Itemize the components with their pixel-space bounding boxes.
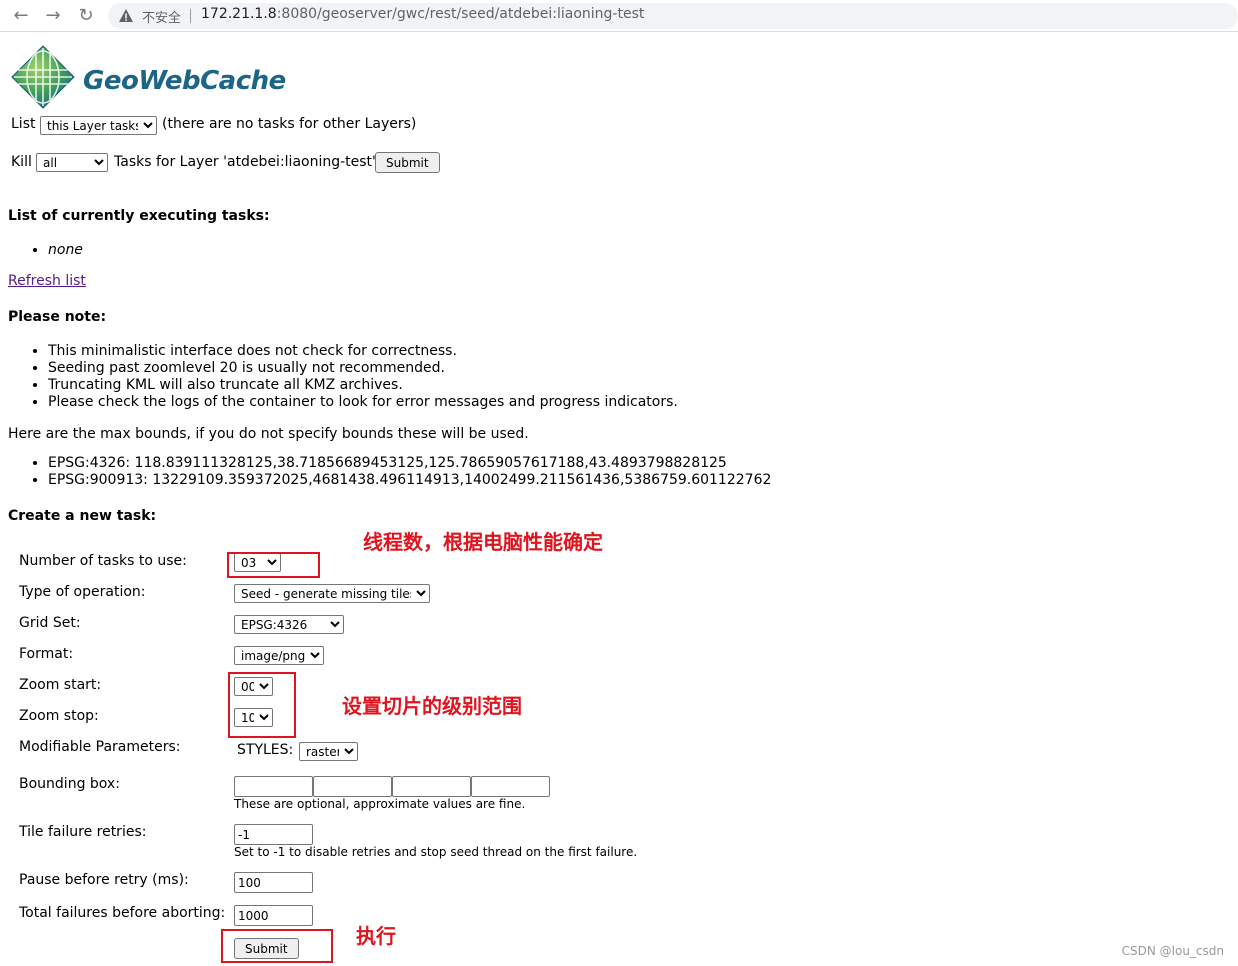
- retries-input[interactable]: [234, 824, 313, 845]
- executing-heading: List of currently executing tasks:: [8, 208, 270, 224]
- total-failures-input[interactable]: [234, 905, 313, 926]
- kill-submit-button[interactable]: Submit: [375, 152, 440, 173]
- bbox-maxy-input[interactable]: [471, 776, 550, 797]
- zoom-range-annotation: 设置切片的级别范围: [342, 694, 522, 718]
- bbox-minx-input[interactable]: [234, 776, 313, 797]
- kill-select[interactable]: all: [36, 153, 108, 172]
- list-item: none: [48, 242, 83, 259]
- browser-toolbar: ← → ↻ 不安全 172.21.1.8:8080/geoserver/gwc/…: [0, 0, 1238, 32]
- list-item: Seeding past zoomlevel 20 is usually not…: [48, 360, 678, 377]
- list-item: Please check the logs of the container t…: [48, 394, 678, 411]
- logo-text: GeoWebCache: [83, 66, 286, 96]
- pause-input[interactable]: [234, 872, 313, 893]
- address-bar[interactable]: 不安全 172.21.1.8:8080/geoserver/gwc/rest/s…: [108, 3, 1238, 29]
- note-heading: Please note:: [8, 309, 107, 325]
- execute-annotation: 执行: [356, 924, 396, 948]
- operation-select[interactable]: Seed - generate missing tiles: [234, 584, 430, 603]
- warning-icon: [119, 9, 133, 22]
- submit-highlight-box: [221, 929, 333, 963]
- params-label: Modifiable Parameters:: [19, 739, 181, 755]
- zoom-stop-label: Zoom stop:: [19, 708, 99, 724]
- styles-label: STYLES:: [237, 742, 294, 758]
- url-text[interactable]: 172.21.1.8:8080/geoserver/gwc/rest/seed/…: [201, 6, 644, 22]
- total-failures-label: Total failures before aborting:: [19, 905, 226, 921]
- threads-highlight-box: [227, 552, 320, 578]
- list-label: List: [11, 116, 36, 132]
- bounds-list: EPSG:4326: 118.839111328125,38.718566894…: [8, 455, 771, 489]
- zoom-highlight-box: [228, 672, 296, 738]
- list-suffix: (there are no tasks for other Layers): [162, 116, 417, 132]
- operation-label: Type of operation:: [19, 584, 146, 600]
- insecure-label: 不安全: [142, 11, 182, 26]
- pause-label: Pause before retry (ms):: [19, 872, 189, 888]
- watermark: CSDN @lou_csdn: [1121, 944, 1224, 958]
- kill-label: Kill: [11, 154, 32, 170]
- forward-icon[interactable]: →: [42, 5, 64, 27]
- bbox-hint: These are optional, approximate values a…: [234, 797, 526, 811]
- executing-list: none: [8, 242, 83, 259]
- bbox-maxx-input[interactable]: [392, 776, 471, 797]
- back-icon[interactable]: ←: [10, 5, 32, 27]
- gridset-label: Grid Set:: [19, 615, 81, 631]
- reload-icon[interactable]: ↻: [75, 5, 97, 27]
- retries-label: Tile failure retries:: [19, 824, 147, 840]
- bounds-intro: Here are the max bounds, if you do not s…: [8, 426, 529, 442]
- create-task-heading: Create a new task:: [8, 508, 157, 524]
- list-item: This minimalistic interface does not che…: [48, 343, 678, 360]
- separator: [190, 9, 191, 23]
- format-label: Format:: [19, 646, 74, 662]
- list-item: EPSG:900913: 13229109.359372025,4681438.…: [48, 472, 771, 489]
- refresh-list-link[interactable]: Refresh list: [8, 273, 86, 289]
- globe-icon: [11, 45, 75, 109]
- kill-middle-text: Tasks for Layer 'atdebei:liaoning-test'.: [114, 154, 381, 170]
- list-tasks-select[interactable]: this Layer tasks: [40, 116, 157, 135]
- list-item: Truncating KML will also truncate all KM…: [48, 377, 678, 394]
- styles-select[interactable]: raster: [299, 742, 358, 761]
- geowebcache-logo: GeoWebCache: [10, 42, 286, 112]
- zoom-start-label: Zoom start:: [19, 677, 102, 693]
- page-content: GeoWebCache List this Layer tasks (there…: [0, 32, 1238, 966]
- note-list: This minimalistic interface does not che…: [8, 343, 678, 411]
- bbox-miny-input[interactable]: [313, 776, 392, 797]
- retries-hint: Set to -1 to disable retries and stop se…: [234, 845, 638, 859]
- list-item: EPSG:4326: 118.839111328125,38.718566894…: [48, 455, 771, 472]
- gridset-select[interactable]: EPSG:4326: [234, 615, 344, 634]
- threads-annotation: 线程数，根据电脑性能确定: [363, 530, 603, 554]
- tasks-label: Number of tasks to use:: [19, 553, 187, 569]
- format-select[interactable]: image/png: [234, 646, 324, 665]
- bbox-label: Bounding box:: [19, 776, 120, 792]
